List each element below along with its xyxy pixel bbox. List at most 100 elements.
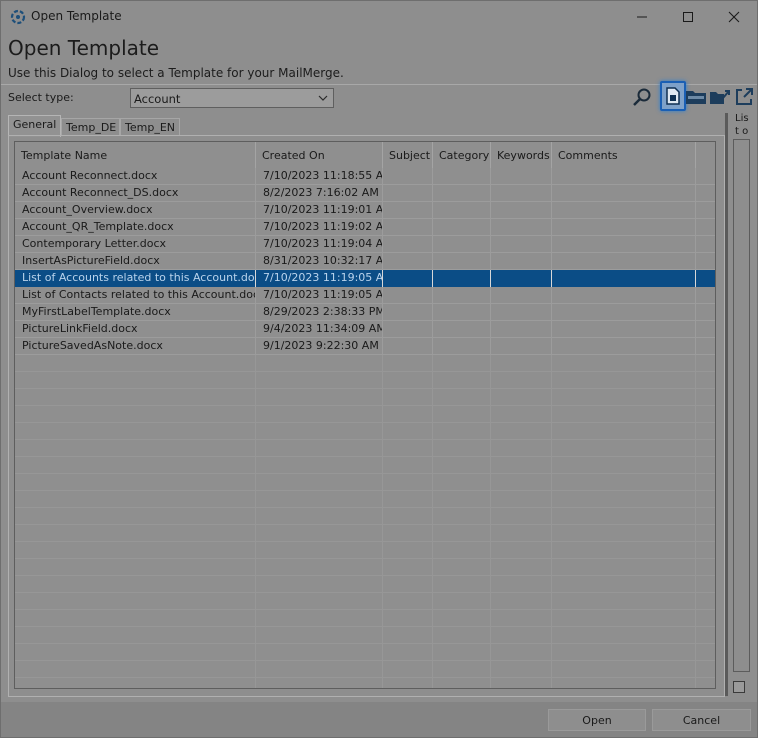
empty-cell <box>256 406 383 423</box>
table-cell <box>552 236 696 253</box>
table-row[interactable]: Account_QR_Template.docx 7/10/2023 11:19:… <box>15 219 715 236</box>
app-logo-icon <box>10 9 26 25</box>
table-cell <box>552 185 696 202</box>
table-cell: 7/10/2023 11:18:55 AM <box>256 168 383 185</box>
table-row[interactable]: Account Reconnect.docx 7/10/2023 11:18:55… <box>15 168 715 185</box>
empty-row <box>15 389 715 406</box>
cancel-button[interactable]: Cancel <box>652 709 751 731</box>
empty-cell <box>256 372 383 389</box>
table-cell <box>491 185 552 202</box>
close-button[interactable] <box>711 1 757 32</box>
side-panel-checkbox[interactable] <box>733 681 745 693</box>
select-type-dropdown[interactable]: Account <box>130 88 334 108</box>
table-cell: List of Contacts related to this Account… <box>15 287 256 304</box>
empty-cell <box>552 678 696 688</box>
column-header[interactable]: Comments <box>552 142 696 169</box>
empty-cell <box>433 474 491 491</box>
templates-table[interactable]: Template Name Created On Subject Category Ke… <box>14 141 716 689</box>
folder-button[interactable] <box>685 86 707 108</box>
table-row[interactable]: Contemporary Letter.docx 7/10/2023 11:19:… <box>15 236 715 253</box>
empty-cell <box>256 661 383 678</box>
search-button[interactable] <box>631 86 653 108</box>
empty-cell <box>433 576 491 593</box>
external-link-icon <box>736 88 753 105</box>
open-button[interactable]: Open <box>548 709 646 731</box>
empty-cell <box>552 406 696 423</box>
table-row[interactable]: InsertAsPictureField.docx 8/31/2023 10:32… <box>15 253 715 270</box>
empty-row <box>15 440 715 457</box>
table-row[interactable]: Account Reconnect_DS.docx 8/2/2023 7:16:0… <box>15 185 715 202</box>
empty-cell <box>383 372 433 389</box>
minimize-button[interactable] <box>619 1 665 32</box>
empty-cell <box>433 678 491 688</box>
external-link-button[interactable] <box>733 86 755 108</box>
column-header[interactable]: Template Name <box>15 142 256 169</box>
table-row[interactable]: Account_Overview.docx 7/10/2023 11:19:01 … <box>15 202 715 219</box>
empty-cell <box>433 355 491 372</box>
page-subtitle: Use this Dialog to select a Template for… <box>8 66 344 80</box>
empty-cell <box>552 644 696 661</box>
empty-cell <box>15 474 256 491</box>
empty-cell <box>491 474 552 491</box>
template-document-button[interactable] <box>660 81 686 111</box>
table-cell <box>433 168 491 185</box>
empty-cell <box>433 491 491 508</box>
table-row[interactable]: PictureSavedAsNote.docx 9/1/2023 9:22:30 … <box>15 338 715 355</box>
empty-cell <box>491 661 552 678</box>
empty-cell <box>433 406 491 423</box>
table-cell: 9/4/2023 11:34:09 AM <box>256 321 383 338</box>
tab-temp-de[interactable]: Temp_DE <box>61 118 120 136</box>
table-row[interactable]: MyFirstLabelTemplate.docx 8/29/2023 2:38:… <box>15 304 715 321</box>
empty-cell <box>552 440 696 457</box>
empty-cell <box>383 474 433 491</box>
empty-cell <box>383 644 433 661</box>
table-row[interactable]: PictureLinkField.docx 9/4/2023 11:34:09 A… <box>15 321 715 338</box>
empty-cell <box>256 576 383 593</box>
table-cell: 7/10/2023 11:19:02 AM <box>256 219 383 236</box>
tab-temp-en[interactable]: Temp_EN <box>120 118 180 136</box>
column-header[interactable]: Keywords <box>491 142 552 169</box>
title-bar[interactable]: Open Template <box>1 1 757 32</box>
empty-cell <box>552 389 696 406</box>
folder-open-button[interactable] <box>709 86 731 108</box>
empty-cell <box>15 491 256 508</box>
table-cell: 8/31/2023 10:32:17 AM <box>256 253 383 270</box>
empty-cell <box>15 576 256 593</box>
panel-splitter[interactable] <box>725 113 728 696</box>
empty-cell <box>15 559 256 576</box>
tab-general[interactable]: General <box>8 115 61 137</box>
empty-cell <box>433 389 491 406</box>
column-header[interactable]: Category <box>433 142 491 169</box>
column-header[interactable]: Created On <box>256 142 383 169</box>
empty-cell <box>383 525 433 542</box>
empty-cell <box>433 593 491 610</box>
table-cell <box>491 270 552 287</box>
table-cell: MyFirstLabelTemplate.docx <box>15 304 256 321</box>
maximize-icon <box>683 11 693 22</box>
maximize-button[interactable] <box>665 1 711 32</box>
empty-cell <box>15 525 256 542</box>
table-cell <box>552 304 696 321</box>
table-cell <box>383 321 433 338</box>
empty-cell <box>256 593 383 610</box>
side-panel-list[interactable] <box>733 139 750 672</box>
empty-cell <box>383 389 433 406</box>
table-cell <box>491 338 552 355</box>
empty-cell <box>15 593 256 610</box>
table-cell: PictureLinkField.docx <box>15 321 256 338</box>
side-panel-label: Lis t o <box>735 112 749 138</box>
select-type-label: Select type: <box>8 91 74 104</box>
table-cell: PictureSavedAsNote.docx <box>15 338 256 355</box>
empty-cell <box>383 678 433 688</box>
empty-cell <box>552 593 696 610</box>
empty-cell <box>491 406 552 423</box>
table-row[interactable]: List of Accounts related to this Account… <box>15 270 715 287</box>
table-row[interactable]: List of Contacts related to this Account… <box>15 287 715 304</box>
empty-cell <box>491 559 552 576</box>
table-cell: 7/10/2023 11:19:01 AM <box>256 202 383 219</box>
empty-cell <box>552 627 696 644</box>
empty-cell <box>383 423 433 440</box>
empty-row <box>15 491 715 508</box>
table-cell <box>491 219 552 236</box>
column-header[interactable]: Subject <box>383 142 433 169</box>
